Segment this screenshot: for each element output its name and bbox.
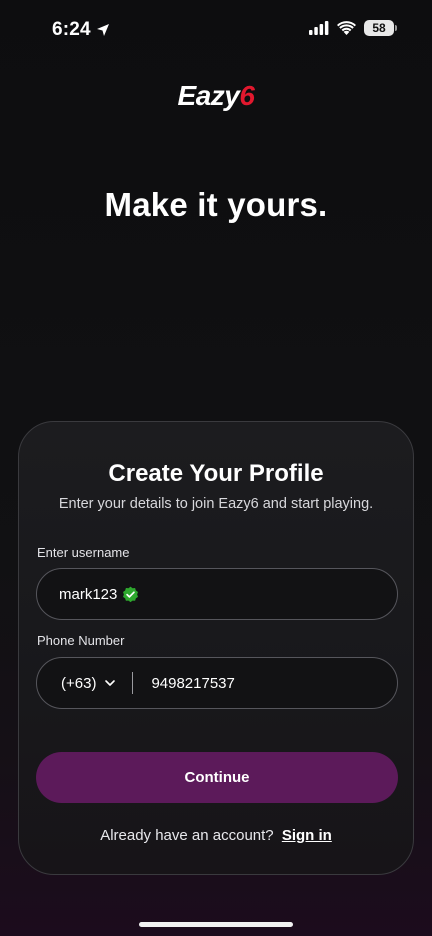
- phone-number-input[interactable]: 9498217537: [151, 675, 234, 692]
- wifi-icon: [337, 21, 356, 35]
- hero-title: Make it yours.: [104, 186, 328, 223]
- continue-button[interactable]: Continue: [36, 752, 398, 803]
- status-time: 6:24: [52, 19, 110, 41]
- field-divider: [132, 672, 134, 694]
- logo-text: Eazy: [177, 80, 240, 111]
- location-arrow-icon: [96, 24, 109, 36]
- battery-level: 58: [372, 21, 386, 35]
- phone-field[interactable]: (+63) 9498217537: [36, 657, 398, 709]
- logo-accent: 6: [239, 80, 255, 111]
- status-indicators: 58: [309, 20, 397, 36]
- username-label: Enter username: [37, 545, 130, 560]
- card-title: Create Your Profile: [108, 460, 324, 487]
- phone-label: Phone Number: [37, 633, 125, 648]
- status-bar: 6:24 58: [0, 0, 432, 60]
- card-subtitle: Enter your details to join Eazy6 and sta…: [58, 496, 374, 512]
- battery-icon: 58: [364, 20, 397, 36]
- username-field[interactable]: mark123: [36, 568, 398, 620]
- chevron-down-icon[interactable]: [104, 677, 116, 689]
- username-value[interactable]: mark123: [59, 586, 117, 603]
- signin-prompt: Already have an account?: [100, 827, 274, 844]
- country-code-select[interactable]: (+63): [61, 675, 116, 692]
- home-indicator[interactable]: [139, 922, 293, 927]
- country-code-value[interactable]: (+63): [61, 675, 96, 692]
- time-text: 6:24: [52, 19, 91, 40]
- brand-logo: Eazy6: [0, 80, 432, 112]
- cellular-signal-icon: [309, 21, 329, 35]
- signin-link[interactable]: Sign in: [282, 827, 332, 844]
- verified-check-icon: [123, 586, 139, 602]
- profile-card: Create Your Profile Enter your details t…: [18, 421, 414, 875]
- signin-row: Already have an account? Sign in: [19, 827, 413, 844]
